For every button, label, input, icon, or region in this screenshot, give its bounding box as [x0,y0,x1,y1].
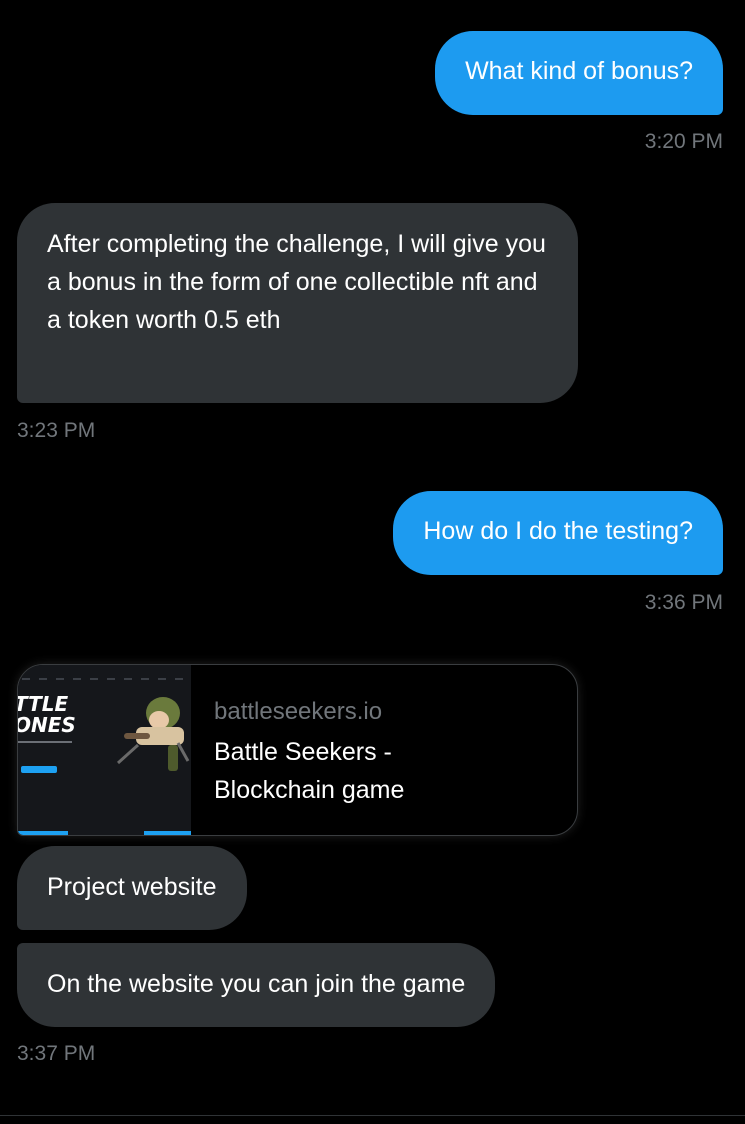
message-timestamp: 3:20 PM [644,130,723,153]
message-timestamp: 3:23 PM [17,419,96,442]
message-bubble-received[interactable]: After completing the challenge, I will g… [17,203,578,403]
link-preview-title: Battle Seekers - Blockchain game [214,738,405,804]
link-preview-thumbnail: TTLE ONES [18,665,191,835]
message-bubble-received[interactable]: On the website you can join the game [17,943,496,1027]
game-screenshot-image: TTLE ONES [18,665,191,835]
thumbnail-heading-line2: ONES [18,713,76,737]
link-preview-info: battleseekers.io Battle Seekers - Blockc… [214,695,567,809]
link-preview-card[interactable]: TTLE ONES battleseekers.io Battle Seeker… [17,664,578,836]
message-timestamp: 3:37 PM [17,1042,96,1065]
message-timestamp: 3:36 PM [644,591,723,614]
message-bubble-sent[interactable]: What kind of bonus? [435,31,723,115]
message-bubble-received[interactable]: Project website [17,846,247,930]
composer-divider [0,1115,745,1116]
message-bubble-sent[interactable]: How do I do the testing? [393,491,723,575]
link-preview-domain: battleseekers.io [214,698,383,725]
